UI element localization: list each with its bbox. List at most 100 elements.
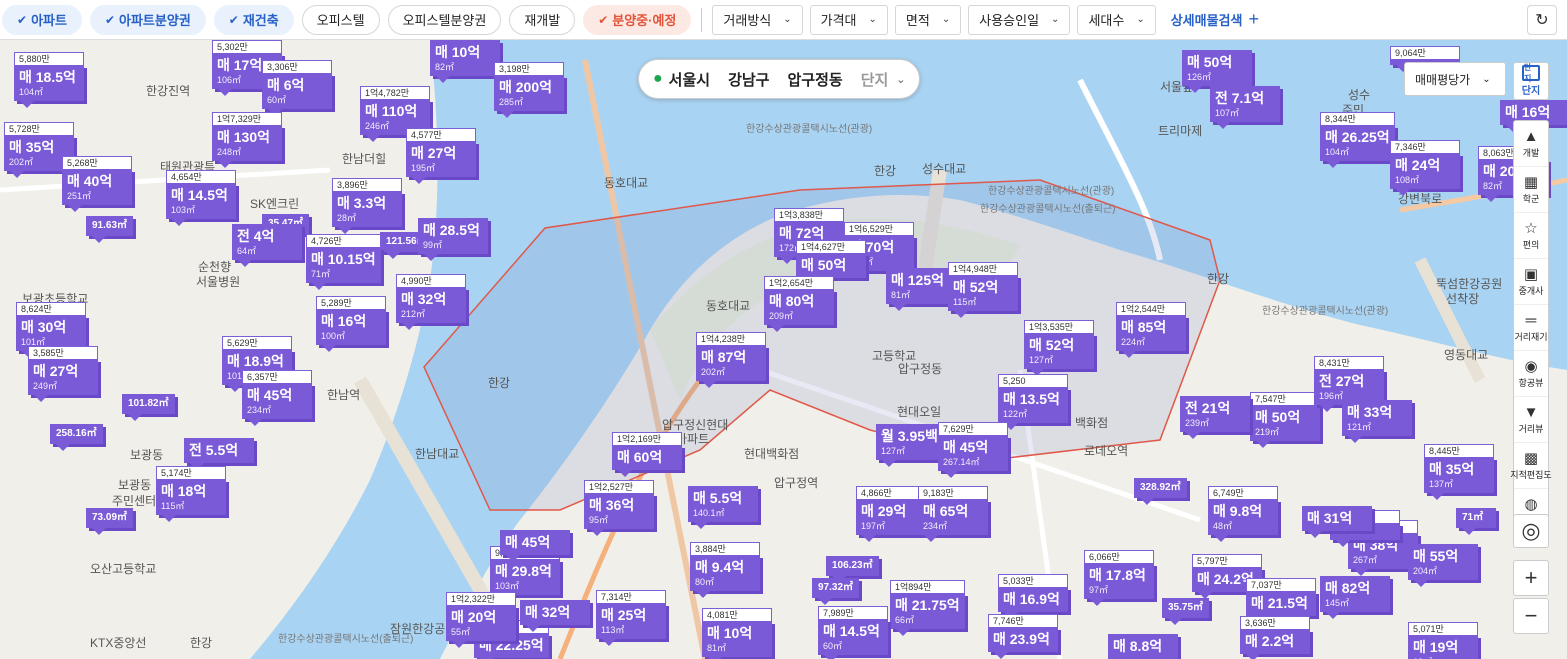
price-marker[interactable]: 7,629만 매 45억 267.14㎡ [938,422,1008,478]
marker-pyeong-price: 9,183만 [918,486,988,499]
price-marker[interactable]: 매 5.5억 140.1㎡ [688,486,758,529]
price-marker[interactable]: 5,880만 매 18.5억 104㎡ [14,52,84,108]
price-marker[interactable]: 6,066만 매 17.8억 97㎡ [1084,550,1154,606]
area-cluster-marker[interactable]: 73.09㎡ [86,508,134,535]
tool-button[interactable]: ☆ 편의 [1514,213,1548,259]
zoom-in-button[interactable]: + [1513,560,1549,596]
location-breadcrumb[interactable]: ● 서울시 강남구 압구정동 단지 ⌄ [638,59,920,99]
price-marker[interactable]: 월 3.95백 127㎡ [876,424,946,467]
chip-officetel-presale[interactable]: 오피스텔분양권 [387,4,502,35]
price-marker[interactable]: 매 33억 121㎡ [1342,400,1412,443]
breadcrumb-district[interactable]: 강남구 [728,69,769,90]
marker-price: 매 85억 [1121,319,1167,335]
price-marker[interactable]: 7,314만 매 25억 113㎡ [596,590,666,646]
price-marker[interactable]: 1억2,654만 매 80억 209㎡ [764,276,834,332]
price-marker[interactable]: 3,884만 매 9.4억 80㎡ [690,542,760,598]
price-marker[interactable]: 매 55억 204㎡ [1408,544,1478,587]
price-marker[interactable]: 6,357만 매 45억 234㎡ [242,370,312,426]
chip-apartment[interactable]: ✔ 아파트 [2,4,82,35]
tool-button[interactable]: ▣ 중개사 [1514,259,1548,305]
price-marker[interactable]: 4,577만 매 27억 195㎡ [406,128,476,184]
area-cluster-marker[interactable]: 328.92㎡ [1134,478,1187,505]
price-marker[interactable]: 7,547만 매 50억 219㎡ [1250,392,1320,448]
breadcrumb-city[interactable]: 서울시 [669,69,710,90]
price-marker[interactable]: 5,268만 매 40억 251㎡ [62,156,132,212]
price-marker[interactable]: 4,866만 매 29억 197㎡ [856,486,926,542]
area-cluster-marker[interactable]: 35.75㎡ [1162,598,1210,625]
zoom-out-button[interactable]: − [1513,598,1549,634]
area-cluster-marker[interactable]: 101.82㎡ [122,394,175,421]
price-marker[interactable]: 3,198만 매 200억 285㎡ [494,62,564,118]
price-marker[interactable]: 3,896만 매 3.3억 28㎡ [332,178,402,234]
area-cluster-marker[interactable]: 258.16㎡ [50,424,103,451]
refresh-button[interactable]: ↻ [1527,5,1557,35]
dropdown-area[interactable]: 면적 ⌄ [894,4,962,35]
price-marker[interactable]: 4,081만 매 10억 81㎡ [702,608,772,659]
locate-me-button[interactable]: ◎ [1513,514,1549,548]
price-marker[interactable]: 5,250 매 13.5억 122㎡ [998,374,1068,430]
price-marker[interactable]: 1억894만 매 21.75억 66㎡ [890,580,965,636]
price-marker[interactable]: 전 7.1억 107㎡ [1210,86,1280,129]
area-cluster-marker[interactable]: 97.32㎡ [812,578,860,605]
price-type-select[interactable]: 매매평당가 ⌄ [1404,62,1506,96]
price-marker[interactable]: 9,183만 매 65억 234㎡ [918,486,988,542]
tool-button[interactable]: ◉ 항공뷰 [1514,351,1548,397]
price-marker[interactable]: 7,989만 매 14.5억 60㎡ [818,606,888,659]
price-marker[interactable]: 1억4,238만 매 87억 202㎡ [696,332,766,388]
tool-button[interactable]: ═ 거리재기 [1514,305,1548,351]
price-marker[interactable]: 1억2,544만 매 85억 224㎡ [1116,302,1186,358]
price-marker[interactable]: 매 32억 [520,600,590,632]
price-marker[interactable]: 5,033만 매 16.9억 [998,574,1068,619]
breadcrumb-type[interactable]: 단지 [861,69,889,90]
danji-toggle-button[interactable]: 단지 단지 [1513,62,1549,100]
price-marker[interactable]: 7,746만 매 23.9억 [988,614,1058,659]
price-marker[interactable]: 매 45억 [500,530,570,562]
area-cluster-marker[interactable]: 91.63㎡ [86,216,134,243]
price-marker[interactable]: 매 31억 [1302,506,1372,538]
price-marker[interactable]: 매 28.5억 99㎡ [418,218,488,261]
price-marker[interactable]: 8,445만 매 35억 137㎡ [1424,444,1494,500]
chip-apartment-presale[interactable]: ✔ 아파트분양권 [89,4,206,35]
price-marker[interactable]: 4,654만 매 14.5억 103㎡ [166,170,236,226]
price-marker[interactable]: 5,071만매 19억68㎡ [1408,622,1478,659]
chip-officetel[interactable]: 오피스텔 [301,4,380,35]
price-marker[interactable]: 1억2,527만 매 36억 95㎡ [584,480,654,536]
price-marker[interactable]: 1억2,322만 매 20억 55㎡ [446,592,516,648]
advanced-search-button[interactable]: 상세매물검색 + [1171,9,1259,30]
marker-body: 매 16억 100㎡ [316,309,386,345]
price-marker[interactable]: 매 10억 82㎡ [430,40,500,83]
area-cluster-marker[interactable]: 71㎡ [1456,508,1496,535]
price-marker[interactable]: 3,306만 매 6억 60㎡ [262,60,332,116]
map-canvas[interactable]: 한강진역 태원관광특 SK엔크린 한남더힐 순천향 서울병원 보광초등학교 한남역 보광동 보광동… [0,40,1567,659]
price-marker[interactable]: 7,346만 매 24억 108㎡ [1390,140,1460,196]
price-marker[interactable]: 매 82억 145㎡ [1320,576,1390,619]
dropdown-trade-type[interactable]: 거래방식 ⌄ [712,4,803,35]
price-marker[interactable]: 5,174만 매 18억 115㎡ [156,466,226,522]
price-marker[interactable]: 1억3,535만 매 52억 127㎡ [1024,320,1094,376]
tool-button[interactable]: ▼ 거리뷰 [1514,397,1548,443]
price-marker[interactable]: 매 8.8억 [1108,634,1178,659]
price-marker[interactable]: 1억2,169만 매 60억 [612,432,682,477]
price-marker[interactable]: 6,749만 매 9.8억 48㎡ [1208,486,1278,542]
tool-button[interactable]: ▩ 지적편집도 [1510,443,1552,489]
price-marker[interactable]: 3,636만 매 2.2억 [1240,616,1310,659]
price-marker[interactable]: 8,344만 매 26.25억 104㎡ [1320,112,1395,168]
tool-button[interactable]: ▦ 학군 [1514,167,1548,213]
dropdown-households[interactable]: 세대수 ⌄ [1077,4,1156,35]
breadcrumb-dong[interactable]: 압구정동 [787,69,842,90]
price-marker[interactable]: 4,726만 매 10.15억 71㎡ [306,234,381,290]
chip-reconstruction[interactable]: ✔ 재건축 [213,4,294,35]
dropdown-approval-date[interactable]: 사용승인일 ⌄ [968,4,1071,35]
price-marker[interactable]: 전 21억 239㎡ [1180,396,1250,439]
chip-redevelopment[interactable]: 재개발 [509,4,576,35]
dropdown-price-range[interactable]: 가격대 ⌄ [809,4,888,35]
price-marker[interactable]: 매 125억 81㎡ [886,268,956,311]
price-marker[interactable]: 1억7,329만 매 130억 248㎡ [212,112,282,168]
chip-presale-upcoming[interactable]: ✔ 분양중·예정 [583,4,692,35]
price-marker[interactable]: 5,289만 매 16억 100㎡ [316,296,386,352]
price-marker[interactable]: 전 4억 64㎡ [232,224,302,267]
price-marker[interactable]: 4,990만 매 32억 212㎡ [396,274,466,330]
tool-button[interactable]: ▲ 개발 [1514,121,1548,167]
price-marker[interactable]: 1억4,948만 매 52억 115㎡ [948,262,1018,318]
price-marker[interactable]: 3,585만 매 27억 249㎡ [28,346,98,402]
